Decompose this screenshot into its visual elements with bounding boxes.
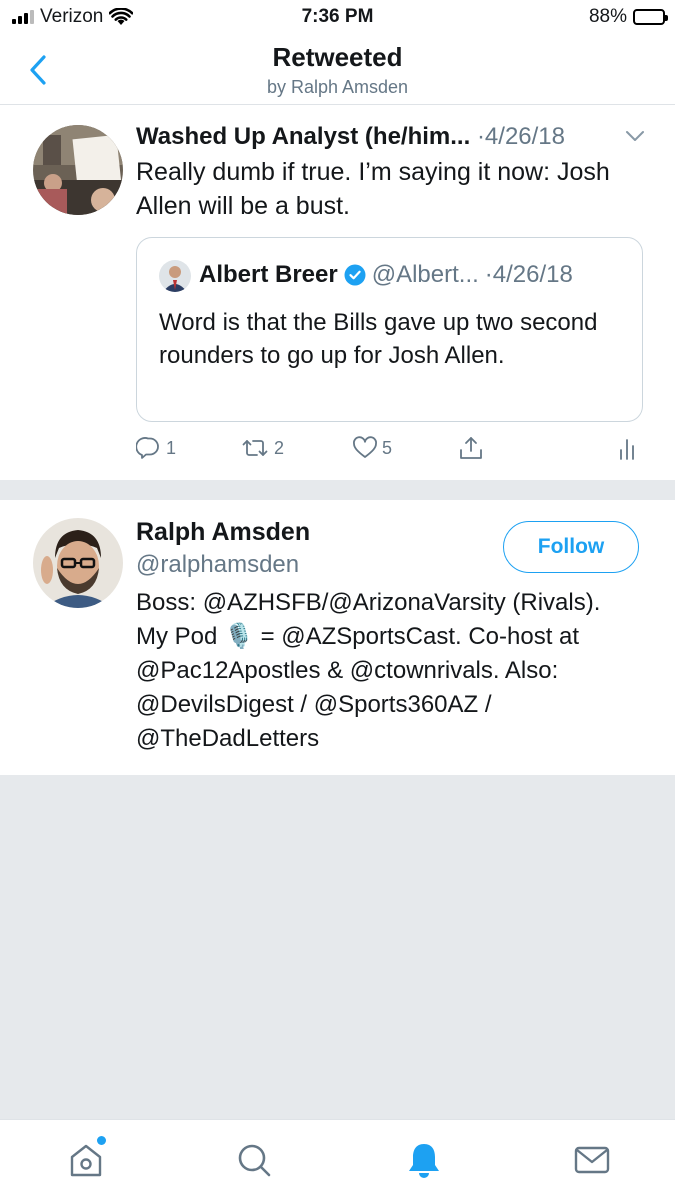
messages-icon — [574, 1146, 610, 1174]
status-time: 7:36 PM — [301, 6, 374, 27]
share-icon — [460, 437, 482, 459]
tweet[interactable]: Washed Up Analyst (he/him... ·4/26/18 Re… — [0, 105, 675, 480]
battery-icon — [633, 9, 668, 25]
battery-status: 88% — [588, 6, 668, 28]
analytics-button[interactable] — [614, 435, 640, 461]
battery-label: 88% — [588, 6, 627, 27]
search-icon — [238, 1144, 271, 1177]
like-button[interactable]: 5 — [352, 435, 392, 461]
quoted-author-name: Albert Breer — [199, 261, 338, 288]
reply-icon — [136, 437, 159, 459]
retweet-count: 2 — [274, 437, 285, 458]
reply-button[interactable]: 1 — [136, 435, 176, 461]
user-bio: Boss: @AZHSFB/@ArizonaVarsity (Rivals). … — [136, 589, 601, 752]
tab-messages[interactable] — [572, 1140, 612, 1180]
home-icon — [70, 1144, 102, 1177]
new-content-dot — [97, 1136, 106, 1145]
user-avatar[interactable] — [33, 518, 123, 608]
retweet-button[interactable]: 2 — [240, 435, 284, 461]
follow-button[interactable]: Follow — [503, 521, 639, 573]
nav-header: Retweeted by Ralph Amsden — [0, 36, 675, 105]
notifications-icon — [409, 1144, 439, 1178]
user-handle: @ralphamsden — [136, 551, 300, 578]
tab-search[interactable] — [234, 1140, 274, 1180]
user-name[interactable]: Ralph Amsden — [136, 518, 310, 547]
tab-home[interactable] — [66, 1136, 106, 1180]
quoted-tweet[interactable]: Albert Breer @Albert... ·4/26/18 Word is… — [136, 237, 643, 422]
page-subtitle: by Ralph Amsden — [266, 77, 409, 97]
tweet-author-avatar[interactable] — [33, 125, 123, 215]
reply-count: 1 — [166, 437, 177, 458]
quoted-author-avatar — [159, 260, 191, 292]
analytics-icon — [620, 439, 634, 460]
tab-bar — [0, 1119, 675, 1200]
like-count: 5 — [382, 437, 393, 458]
quoted-tweet-text: Word is that the Bills gave up two secon… — [159, 309, 598, 369]
share-button[interactable] — [458, 435, 484, 461]
heart-icon — [353, 436, 377, 458]
tweet-author-line: Washed Up Analyst (he/him... ·4/26/18 — [136, 123, 565, 151]
tweet-author-name[interactable]: Washed Up Analyst (he/him... — [136, 123, 470, 150]
chevron-down-icon[interactable] — [625, 129, 645, 143]
verified-badge-icon — [344, 264, 366, 286]
status-bar: Verizon 7:36 PM 88% — [0, 0, 675, 36]
tweet-date: ·4/26/18 — [476, 123, 566, 150]
page-title: Retweeted — [272, 42, 403, 72]
tab-notifications[interactable] — [404, 1140, 444, 1180]
quoted-author-handle: @Albert... — [371, 261, 479, 288]
tweet-text: Really dumb if true. I’m saying it now: … — [136, 158, 610, 220]
user-card[interactable]: Ralph Amsden @ralphamsden Follow Boss: @… — [0, 500, 675, 775]
quoted-author-line: Albert Breer @Albert... ·4/26/18 — [199, 261, 573, 289]
quoted-tweet-date: ·4/26/18 — [484, 261, 573, 288]
tweet-actions: 1 2 5 — [136, 435, 646, 465]
retweet-icon — [242, 440, 268, 456]
